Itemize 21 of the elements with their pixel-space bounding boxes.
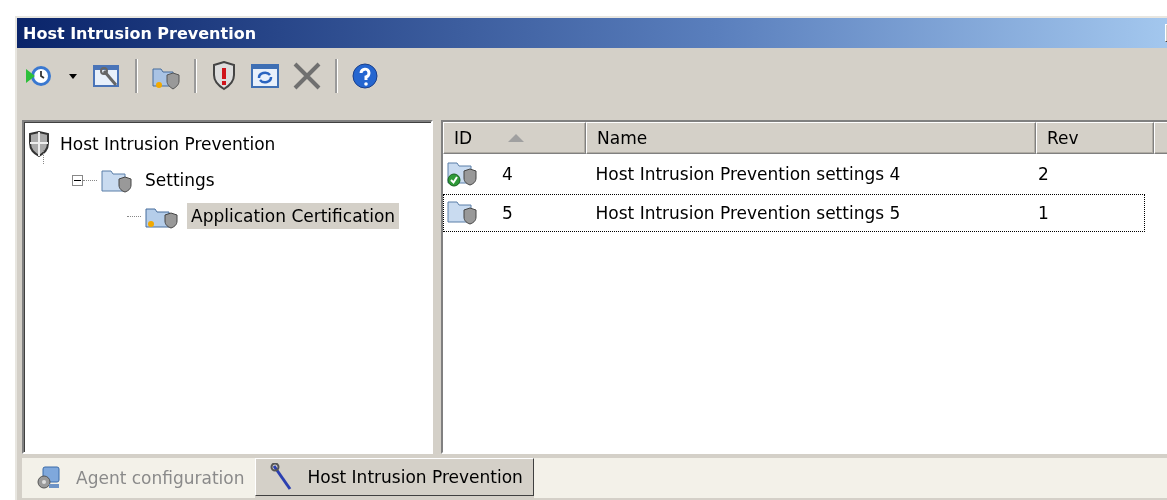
shield-icon <box>28 131 50 157</box>
window-title: Host Intrusion Prevention <box>23 23 257 43</box>
wrench-icon <box>269 463 294 491</box>
table-cell-text: 2 <box>1036 164 1050 184</box>
collapse-toggle[interactable] <box>72 174 83 186</box>
table-cell-text: 4 <box>501 164 514 184</box>
column-header[interactable]: Name <box>586 122 1036 154</box>
tree-item[interactable]: Settings <box>141 167 219 193</box>
table-cell-text: Host Intrusion Prevention settings 4 <box>594 164 902 184</box>
computer-icon <box>36 466 62 490</box>
table-cell-text: 5 <box>501 203 514 223</box>
table-row[interactable]: 4 Host Intrusion Prevention settings 4 2 <box>443 155 1145 193</box>
column-header[interactable]: ID <box>443 122 586 154</box>
folder-shield-icon <box>101 167 135 193</box>
table-cell-text: 1 <box>1036 203 1050 223</box>
tab[interactable]: Host Intrusion Prevention <box>254 458 534 496</box>
tree-item[interactable]: Application Certification <box>187 203 400 229</box>
tree-item[interactable]: Host Intrusion Prevention <box>56 131 280 157</box>
column-header[interactable]: Rev <box>1036 122 1154 154</box>
table-row[interactable]: 5 Host Intrusion Prevention settings 5 1 <box>443 194 1145 232</box>
table-cell-text: Host Intrusion Prevention settings 5 <box>594 203 902 223</box>
